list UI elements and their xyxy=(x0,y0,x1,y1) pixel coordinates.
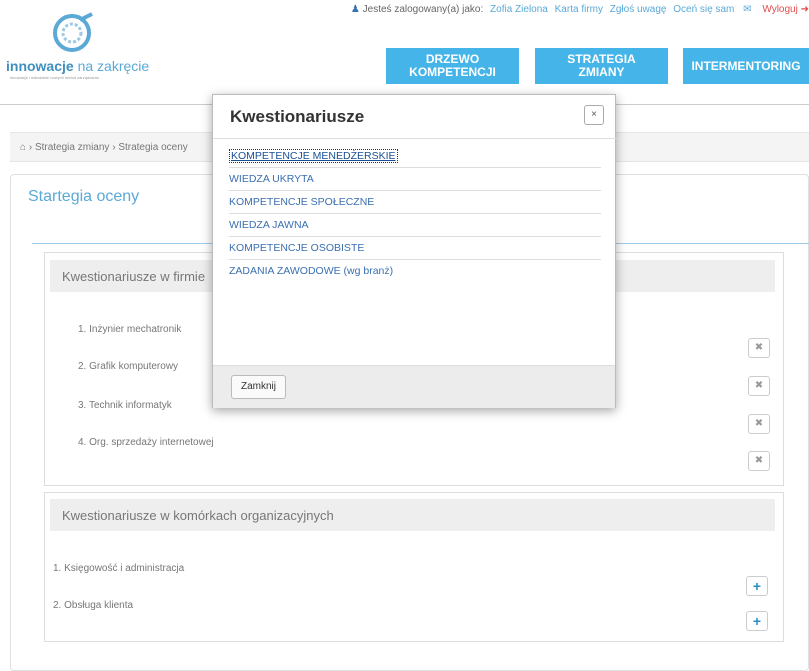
logo-subtitle: innowacje i wdrażanie nowych metod zarzą… xyxy=(10,75,99,80)
breadcrumb-item-strategy[interactable]: Strategia zmiany xyxy=(35,142,109,153)
user-bar: ♟ Jesteś zalogowany(a) jako: Zofia Zielo… xyxy=(351,4,809,15)
company-card-link[interactable]: Karta firmy xyxy=(555,4,603,15)
add-icon[interactable]: + xyxy=(746,576,768,596)
modal-footer: Zamknij xyxy=(213,365,615,408)
self-assess-link[interactable]: Oceń się sam xyxy=(673,4,734,15)
breadcrumb-item-assessment: Strategia oceny xyxy=(118,142,188,153)
report-issue-link[interactable]: Zgłoś uwagę xyxy=(610,4,667,15)
list-item[interactable]: 2. Obsługa klienta xyxy=(53,600,133,611)
questionnaires-modal: Kwestionariusze × KOMPETENCJE MENEDŻERSK… xyxy=(212,94,617,408)
questionnaire-item-professional-tasks[interactable]: ZADANIA ZAWODOWE (wg branż) xyxy=(229,260,601,283)
user-icon: ♟ xyxy=(350,4,360,15)
list-item[interactable]: 1. Księgowość i administracja xyxy=(53,563,184,574)
nav-change-strategy[interactable]: STRATEGIA ZMIANY xyxy=(535,48,668,84)
trash-icon[interactable]: ✖ xyxy=(748,338,770,358)
trash-icon[interactable]: ✖ xyxy=(748,376,770,396)
nav-competence-tree[interactable]: DRZEWO KOMPETENCJI xyxy=(386,48,519,84)
modal-divider xyxy=(213,138,617,139)
list-item[interactable]: 4. Org. sprzedaży internetowej xyxy=(78,437,214,448)
list-item[interactable]: 2. Grafik komputerowy xyxy=(78,361,178,372)
user-name-link[interactable]: Zofia Zielona xyxy=(490,4,548,15)
home-icon[interactable]: ⌂ xyxy=(20,142,26,153)
logout-icon[interactable]: ➜ xyxy=(801,4,809,15)
logo-icon xyxy=(53,12,93,52)
add-icon[interactable]: + xyxy=(746,611,768,631)
close-icon[interactable]: × xyxy=(584,105,604,125)
questionnaire-item-social[interactable]: KOMPETENCJE SPOŁECZNE xyxy=(229,191,601,214)
trash-icon[interactable]: ✖ xyxy=(748,451,770,471)
mail-icon[interactable]: ✉ xyxy=(743,4,751,15)
questionnaire-list: KOMPETENCJE MENEDŻERSKIE WIEDZA UKRYTA K… xyxy=(229,145,601,283)
user-prefix: Jesteś zalogowany(a) jako: xyxy=(362,4,484,15)
questionnaire-item-tacit-knowledge[interactable]: WIEDZA UKRYTA xyxy=(229,168,601,191)
questionnaire-item-personal[interactable]: KOMPETENCJE OSOBISTE xyxy=(229,237,601,260)
close-button[interactable]: Zamknij xyxy=(231,375,286,399)
trash-icon[interactable]: ✖ xyxy=(748,414,770,434)
list-item[interactable]: 3. Technik informatyk xyxy=(78,400,172,411)
questionnaire-item-managerial[interactable]: KOMPETENCJE MENEDŻERSKIE xyxy=(229,145,601,168)
logout-link[interactable]: Wyloguj xyxy=(762,4,797,15)
modal-title: Kwestionariusze xyxy=(230,107,365,126)
nav-intermentoring[interactable]: INTERMENTORING xyxy=(683,48,809,84)
header: innowacje na zakręcie innowacje i wdraża… xyxy=(0,0,809,105)
section-title-org-units: Kwestionariusze w komórkach organizacyjn… xyxy=(50,499,775,531)
page-title: Startegia oceny xyxy=(28,188,140,205)
list-item[interactable]: 1. Inżynier mechatronik xyxy=(78,324,181,335)
questionnaire-item-explicit-knowledge[interactable]: WIEDZA JAWNA xyxy=(229,214,601,237)
logo-text[interactable]: innowacje na zakręcie xyxy=(6,58,149,74)
